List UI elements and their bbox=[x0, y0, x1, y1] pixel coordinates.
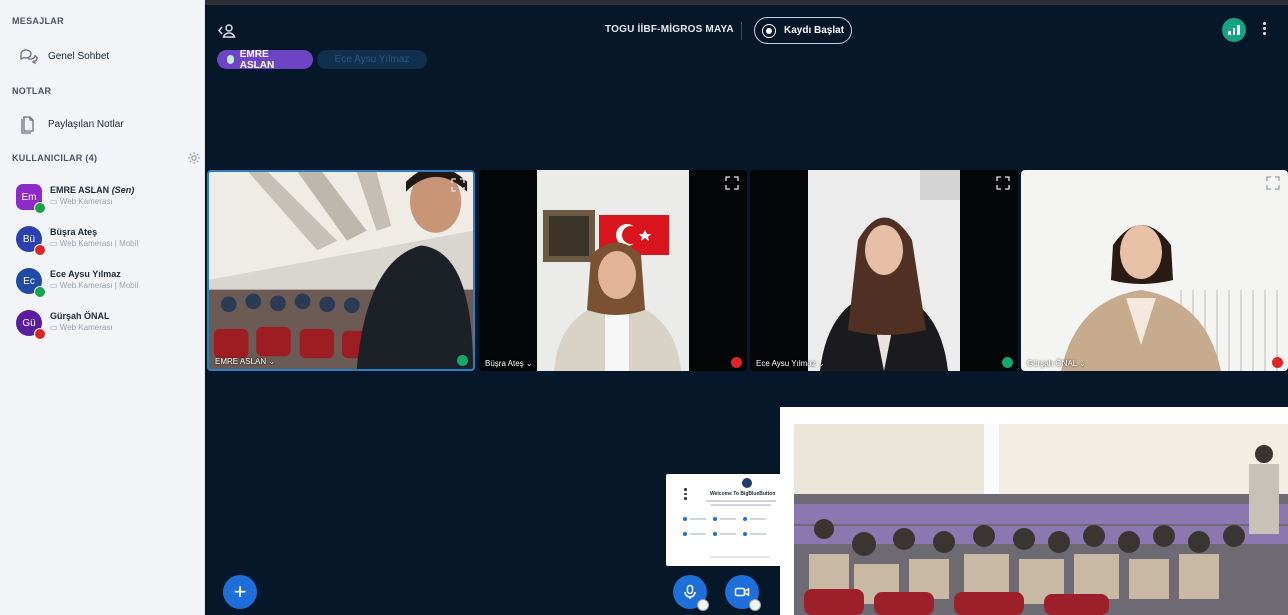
video-tile[interactable]: EMRE ASLAN bbox=[207, 170, 475, 371]
shared-notes-item[interactable]: Paylaşılan Notlar bbox=[18, 114, 124, 134]
talker-name: EMRE ASLAN bbox=[239, 48, 275, 71]
video-tile[interactable]: Ece Aysu Yılmaz bbox=[750, 170, 1018, 371]
tile-name: EMRE ASLAN bbox=[215, 357, 275, 366]
fullscreen-icon[interactable] bbox=[725, 176, 739, 190]
user-device: Web Kamerası | Mobil bbox=[59, 281, 139, 290]
avatar: Gü bbox=[16, 310, 46, 340]
tile-name: Gürşah ÖNAL bbox=[1027, 359, 1086, 368]
tile-name: Ece Aysu Yılmaz bbox=[756, 359, 825, 368]
user-list-item[interactable]: Bü Büşra Ateş ▭ Web Kamerası | Mobil bbox=[16, 226, 139, 256]
logo-icon bbox=[742, 478, 752, 488]
notes-header: NOTLAR bbox=[12, 86, 52, 96]
video-feed bbox=[1021, 170, 1288, 371]
status-badge bbox=[34, 286, 46, 298]
talking-indicator-active[interactable]: EMRE ASLAN bbox=[217, 48, 313, 71]
sidebar: MESAJLAR Genel Sohbet NOTLAR Paylaşılan … bbox=[0, 0, 205, 615]
presentation-thumbnail[interactable]: Welcome To BigBlueButton bbox=[666, 474, 782, 566]
talker-name: Ece Aysu Yılmaz bbox=[334, 54, 410, 65]
chat-icon bbox=[20, 49, 38, 65]
mic-status-icon bbox=[1272, 357, 1283, 368]
avatar: Ec bbox=[16, 268, 46, 298]
audio-options-icon[interactable] bbox=[697, 599, 709, 611]
camera-icon bbox=[734, 587, 750, 597]
top-bar-strip bbox=[205, 0, 1288, 5]
status-badge bbox=[34, 244, 46, 256]
user-list-item[interactable]: Em EMRE ASLAN (Sen) ▭ Web Kamerası bbox=[16, 184, 135, 214]
user-name: Gürşah ÖNAL bbox=[50, 311, 110, 321]
notes-icon bbox=[21, 116, 34, 134]
user-name: Ece Aysu Yılmaz bbox=[50, 269, 121, 279]
microphone-button[interactable] bbox=[673, 575, 709, 611]
options-menu-icon[interactable] bbox=[1259, 20, 1269, 40]
fullscreen-icon[interactable] bbox=[996, 176, 1010, 190]
shared-notes-label: Paylaşılan Notlar bbox=[48, 118, 124, 130]
divider bbox=[741, 22, 742, 40]
welcome-title: Welcome To BigBlueButton bbox=[710, 491, 776, 497]
toggle-userlist-icon[interactable] bbox=[217, 22, 237, 40]
record-label: Kaydı Başlat bbox=[784, 25, 845, 36]
mic-status-icon bbox=[731, 357, 742, 368]
microphone-icon bbox=[684, 584, 696, 599]
talking-indicator-inactive[interactable]: Ece Aysu Yılmaz bbox=[317, 50, 427, 69]
users-header: KULLANICILAR (4) bbox=[12, 153, 98, 163]
avatar: Bü bbox=[16, 226, 46, 256]
mic-status-icon bbox=[457, 355, 468, 366]
avatar: Em bbox=[16, 184, 46, 214]
user-you-label: (Sen) bbox=[111, 185, 135, 195]
user-list-item[interactable]: Ec Ece Aysu Yılmaz ▭ Web Kamerası | Mobi… bbox=[16, 268, 139, 298]
meeting-title: TOGU İİBF-MİGROS MAYA bbox=[605, 24, 734, 35]
status-badge bbox=[34, 202, 46, 214]
user-device: Web Kamerası bbox=[59, 323, 113, 332]
user-name: Büşra Ateş bbox=[50, 227, 98, 237]
tile-name: Büşra Ateş bbox=[485, 359, 533, 368]
camera-options-icon[interactable] bbox=[749, 599, 761, 611]
video-feed bbox=[479, 170, 747, 371]
video-feed bbox=[750, 170, 1018, 371]
status-badge bbox=[34, 328, 46, 340]
user-device: Web Kamerası bbox=[59, 197, 113, 206]
video-tile[interactable]: Gürşah ÖNAL bbox=[1021, 170, 1288, 371]
messages-header: MESAJLAR bbox=[12, 16, 64, 26]
record-button[interactable]: Kaydı Başlat bbox=[754, 17, 852, 44]
user-device: Web Kamerası | Mobil bbox=[59, 239, 139, 248]
user-name: EMRE ASLAN bbox=[50, 185, 110, 195]
kebab-icon bbox=[684, 486, 688, 502]
classroom-scene bbox=[794, 424, 1288, 615]
video-tile[interactable]: Büşra Ateş bbox=[479, 170, 747, 371]
connection-status-icon[interactable] bbox=[1222, 18, 1246, 42]
public-chat-item[interactable]: Genel Sohbet bbox=[18, 46, 109, 66]
mic-status-icon bbox=[1002, 357, 1013, 368]
mic-icon bbox=[227, 55, 234, 64]
fullscreen-icon[interactable] bbox=[1266, 176, 1280, 190]
video-feed bbox=[209, 172, 473, 369]
fullscreen-icon[interactable] bbox=[451, 178, 465, 192]
actions-plus-button[interactable]: + bbox=[223, 575, 257, 609]
camera-button[interactable] bbox=[725, 575, 761, 611]
record-icon bbox=[762, 23, 776, 38]
gear-icon[interactable] bbox=[187, 151, 201, 165]
classroom-photo bbox=[780, 407, 1288, 615]
user-list-item[interactable]: Gü Gürşah ÖNAL ▭ Web Kamerası bbox=[16, 310, 113, 340]
public-chat-label: Genel Sohbet bbox=[48, 50, 110, 62]
